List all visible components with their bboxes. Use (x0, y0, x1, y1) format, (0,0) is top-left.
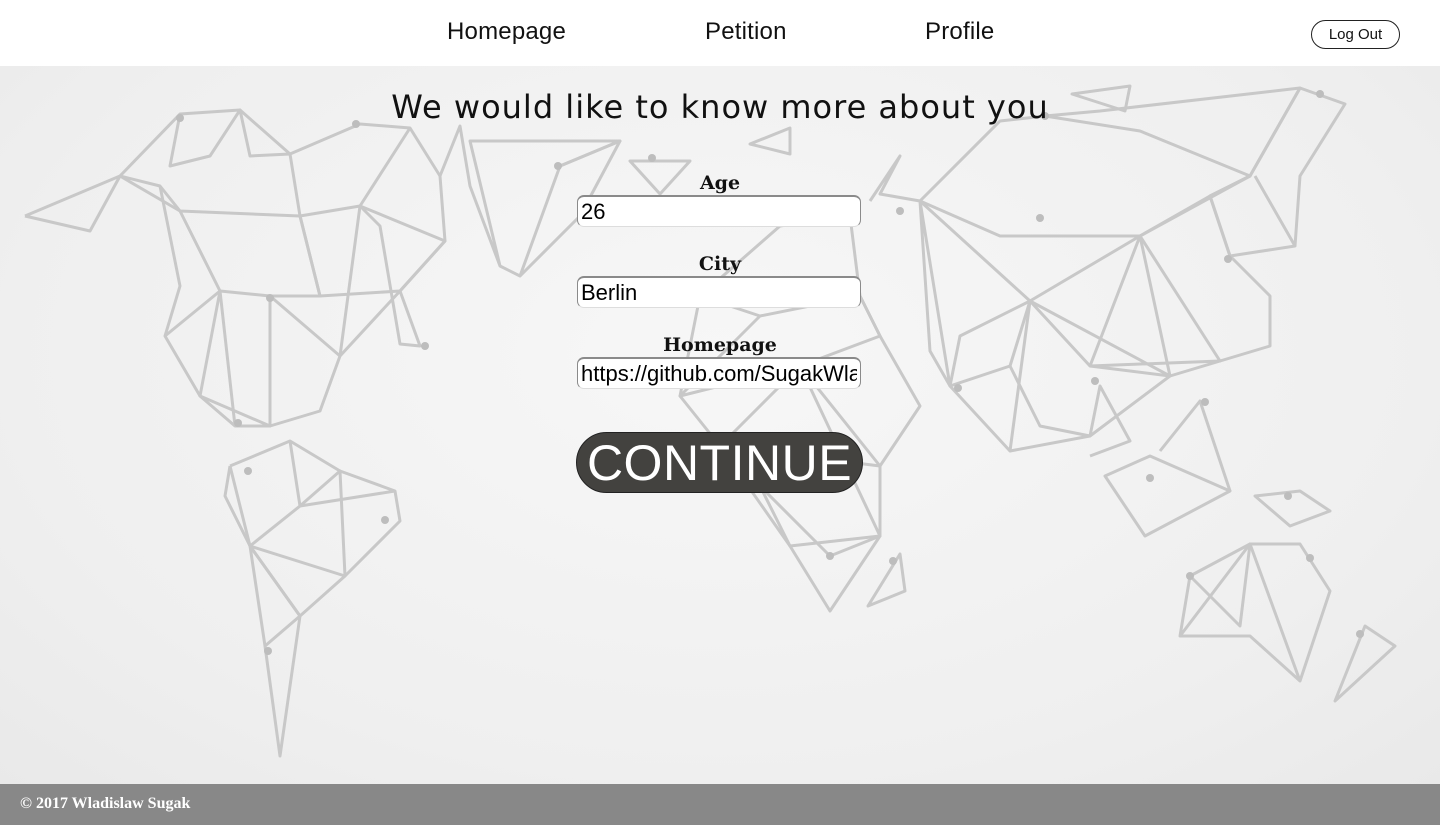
main-content: We would like to know more about you Age… (0, 66, 1440, 784)
nav-link-profile[interactable]: Profile (925, 18, 994, 46)
logout-button[interactable]: Log Out (1311, 20, 1400, 49)
homepage-input[interactable] (577, 357, 861, 389)
footer: © 2017 Wladislaw Sugak (0, 784, 1440, 825)
age-input[interactable] (577, 195, 861, 227)
profile-form: Age City Homepage (577, 171, 863, 414)
nav-link-homepage[interactable]: Homepage (447, 18, 566, 46)
age-label: Age (699, 172, 741, 194)
city-input[interactable] (577, 276, 861, 308)
homepage-label: Homepage (663, 334, 777, 356)
top-navigation-bar: Homepage Petition Profile Log Out (0, 0, 1440, 66)
city-label: City (698, 253, 742, 275)
nav-link-petition[interactable]: Petition (705, 18, 787, 46)
page-headline: We would like to know more about you (391, 88, 1049, 126)
continue-button[interactable]: CONTINUE (576, 432, 863, 493)
copyright-text: © 2017 Wladislaw Sugak (20, 795, 191, 812)
